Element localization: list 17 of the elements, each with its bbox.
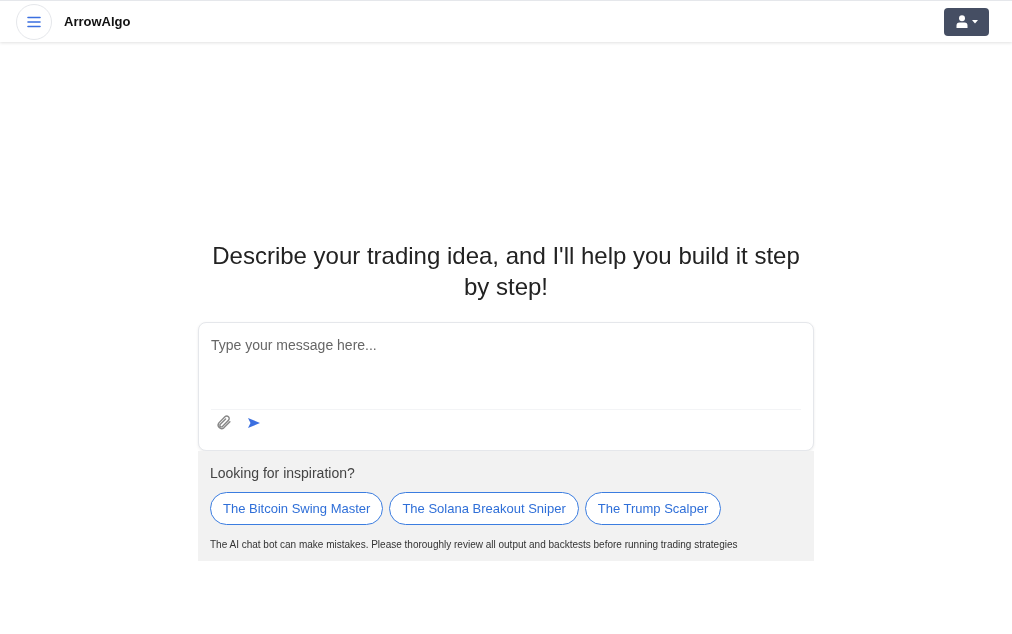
- suggestion-chip[interactable]: The Trump Scalper: [584, 492, 722, 525]
- heading: Describe your trading idea, and I'll help you build it step by step!: [211, 241, 801, 302]
- send-icon: [248, 417, 260, 428]
- user-menu-button[interactable]: [944, 7, 989, 36]
- suggestion-chip[interactable]: The Solana Breakout Sniper: [389, 492, 579, 525]
- brand-name: ArrowAlgo: [64, 12, 131, 31]
- message-composer[interactable]: Type your message here...: [198, 322, 814, 451]
- attach-button[interactable]: [215, 414, 232, 431]
- disclaimer: The AI chat bot can make mistakes. Please thoroughly review all output and backtests before running trading strategies: [210, 538, 739, 552]
- send-button[interactable]: [248, 417, 260, 428]
- user-icon: [955, 15, 968, 28]
- menu-icon: [27, 15, 41, 28]
- paperclip-icon: [215, 414, 232, 431]
- suggestion-chip[interactable]: The Bitcoin Swing Master: [210, 492, 384, 525]
- caret-icon: [971, 19, 978, 24]
- message-field[interactable]: Type your message here...: [211, 335, 801, 409]
- inspiration-title: Looking for inspiration?: [210, 464, 356, 483]
